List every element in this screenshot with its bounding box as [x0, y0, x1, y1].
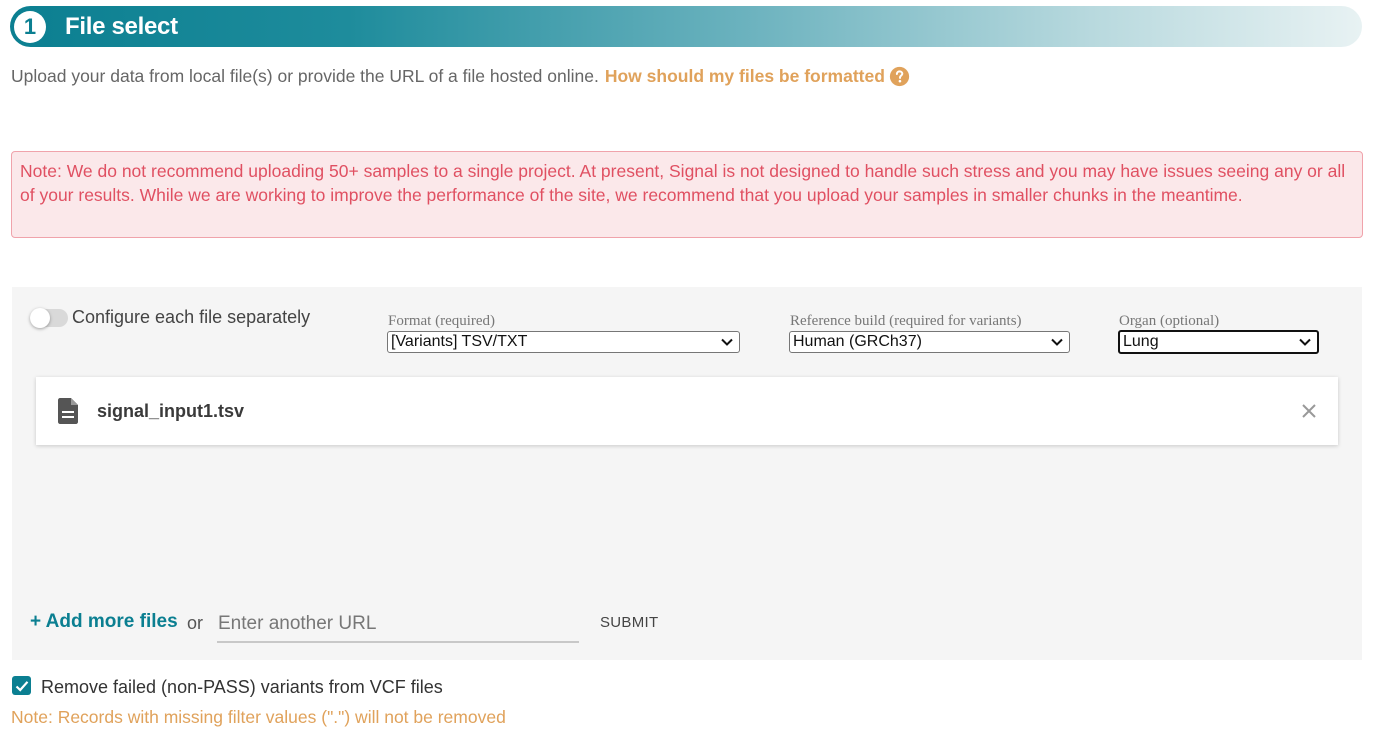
- submit-url-button[interactable]: SUBMIT: [600, 614, 658, 631]
- chevron-down-icon: [1299, 338, 1311, 346]
- section-title: File select: [65, 12, 178, 40]
- format-select[interactable]: [Variants] TSV/TXT: [387, 331, 740, 353]
- format-help-link[interactable]: How should my files be formatted: [605, 66, 885, 87]
- file-item: signal_input1.tsv: [36, 377, 1338, 445]
- reference-build-select-value: Human (GRCh37): [793, 333, 922, 350]
- reference-build-label: Reference build (required for variants): [790, 313, 1022, 329]
- configure-separately-toggle[interactable]: [30, 308, 68, 328]
- file-document-icon: [58, 398, 78, 424]
- intro-text: Upload your data from local file(s) or p…: [11, 66, 599, 86]
- organ-label: Organ (optional): [1119, 313, 1220, 329]
- check-icon: [15, 680, 28, 692]
- missing-filter-note: Note: Records with missing filter values…: [11, 707, 506, 727]
- intro-text-row: Upload your data from local file(s) or p…: [11, 66, 910, 87]
- chevron-down-icon: [1051, 338, 1063, 346]
- organ-select[interactable]: Lung: [1118, 330, 1319, 354]
- section-header: 1 File select: [10, 6, 1362, 47]
- upload-panel: Configure each file separately Format (r…: [12, 287, 1362, 660]
- url-input[interactable]: [217, 607, 579, 643]
- or-text: or: [187, 613, 204, 633]
- remove-failed-checkbox[interactable]: [12, 676, 31, 695]
- file-name: signal_input1.tsv: [97, 400, 245, 421]
- format-select-value: [Variants] TSV/TXT: [391, 333, 528, 350]
- toggle-knob: [30, 308, 50, 328]
- configure-separately-label: Configure each file separately: [72, 307, 311, 327]
- step-number-badge: 1: [14, 10, 46, 43]
- upload-limit-warning: Note: We do not recommend uploading 50+ …: [11, 151, 1363, 238]
- organ-select-value: Lung: [1123, 333, 1159, 350]
- format-label: Format (required): [388, 313, 496, 329]
- question-circle-icon[interactable]: [889, 66, 910, 87]
- close-icon[interactable]: [1300, 402, 1318, 420]
- remove-failed-label: Remove failed (non-PASS) variants from V…: [41, 677, 443, 697]
- chevron-down-icon: [721, 338, 733, 346]
- step-number: 1: [23, 13, 37, 39]
- add-more-files-button[interactable]: + Add more files: [30, 611, 178, 633]
- reference-build-select[interactable]: Human (GRCh37): [789, 331, 1070, 353]
